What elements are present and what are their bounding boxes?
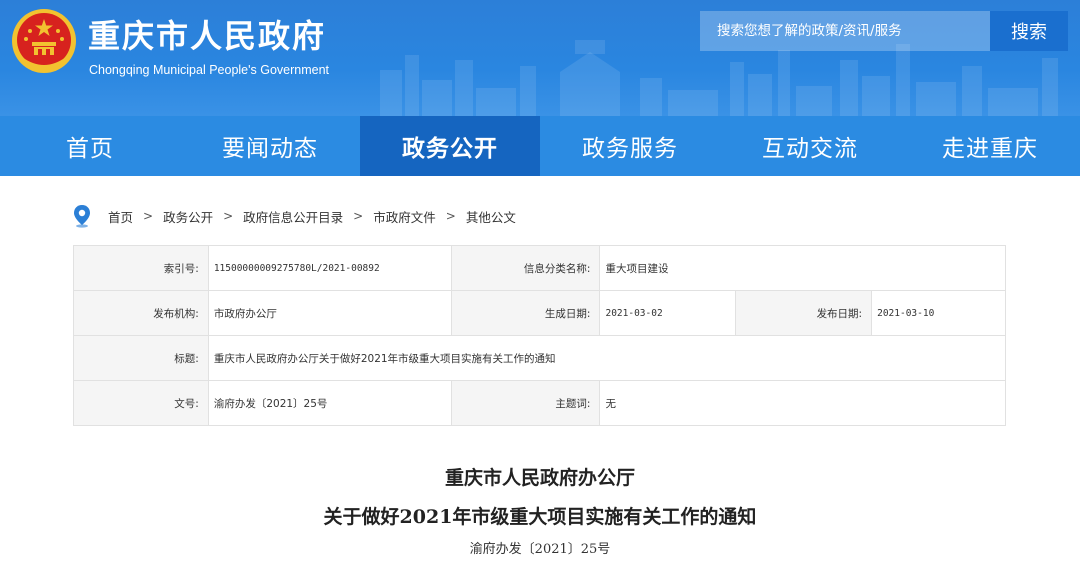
location-pin-icon [74, 205, 90, 228]
table-row: 索引号: 11500000009275780L/2021-00892 信息分类名… [73, 245, 1006, 291]
keyword-label: 主题词: [450, 380, 601, 426]
breadcrumb-item-home[interactable]: 首页 [108, 207, 133, 226]
table-row: 发布机构: 市政府办公厅 生成日期: 2021-03-02 发布日期: 2021… [73, 290, 1006, 336]
breadcrumb-item-municipal-docs[interactable]: 市政府文件 [373, 207, 436, 226]
national-emblem-icon [12, 9, 76, 73]
breadcrumb-separator: > [143, 209, 154, 223]
breadcrumb-item-info-catalog[interactable]: 政府信息公开目录 [243, 207, 343, 226]
published-date-value: 2021-03-10 [871, 290, 1006, 336]
nav-item-interaction[interactable]: 互动交流 [720, 116, 900, 176]
search-input[interactable] [700, 11, 990, 51]
breadcrumb-item-gov-affairs-open[interactable]: 政务公开 [163, 207, 213, 226]
breadcrumb: 首页 > 政务公开 > 政府信息公开目录 > 市政府文件 > 其他公文 [72, 204, 516, 228]
breadcrumb-separator: > [223, 209, 234, 223]
index-value: 11500000009275780L/2021-00892 [207, 245, 452, 291]
category-value: 重大项目建设 [599, 245, 1006, 291]
created-date-value: 2021-03-02 [599, 290, 737, 336]
document-info-table: 索引号: 11500000009275780L/2021-00892 信息分类名… [73, 245, 1007, 426]
main-nav: 首页 要闻动态 政务公开 政务服务 互动交流 走进重庆 [0, 116, 1080, 176]
table-row: 标题: 重庆市人民政府办公厅关于做好2021年市级重大项目实施有关工作的通知 [73, 335, 1007, 381]
table-row: 文号: 渝府办发〔2021〕25号 主题词: 无 [73, 380, 1006, 426]
issuer-value: 市政府办公厅 [207, 290, 452, 336]
index-label: 索引号: [73, 245, 209, 291]
nav-item-gov-affairs-open[interactable]: 政务公开 [360, 116, 540, 176]
breadcrumb-separator: > [445, 209, 456, 223]
document-title: 关于做好2021年市级重大项目实施有关工作的通知 [323, 506, 757, 528]
nav-item-news[interactable]: 要闻动态 [180, 116, 360, 176]
nav-item-gov-services[interactable]: 政务服务 [540, 116, 720, 176]
search-button[interactable]: 搜索 [990, 11, 1068, 51]
doc-number-label: 文号: [73, 380, 209, 426]
doc-number-value: 渝府办发〔2021〕25号 [207, 380, 452, 426]
title-label: 标题: [73, 335, 209, 381]
breadcrumb-separator: > [353, 209, 364, 223]
issuer-label: 发布机构: [73, 290, 209, 336]
title-value: 重庆市人民政府办公厅关于做好2021年市级重大项目实施有关工作的通知 [207, 335, 1007, 381]
site-subtitle: Chongqing Municipal People's Government [89, 63, 330, 77]
created-date-label: 生成日期: [450, 290, 601, 336]
category-label: 信息分类名称: [450, 245, 601, 291]
site-header: 重庆市人民政府 Chongqing Municipal People's Gov… [0, 0, 1080, 116]
document-issuing-org: 重庆市人民政府办公厅 [444, 467, 635, 489]
nav-item-about-chongqing[interactable]: 走进重庆 [900, 116, 1080, 176]
breadcrumb-item-other-docs[interactable]: 其他公文 [466, 207, 516, 226]
nav-item-home[interactable]: 首页 [0, 116, 180, 176]
published-date-label: 发布日期: [735, 290, 873, 336]
site-title[interactable]: 重庆市人民政府 [88, 16, 326, 56]
document-number: 渝府办发〔2021〕25号 [469, 542, 611, 557]
keyword-value: 无 [599, 380, 1006, 426]
